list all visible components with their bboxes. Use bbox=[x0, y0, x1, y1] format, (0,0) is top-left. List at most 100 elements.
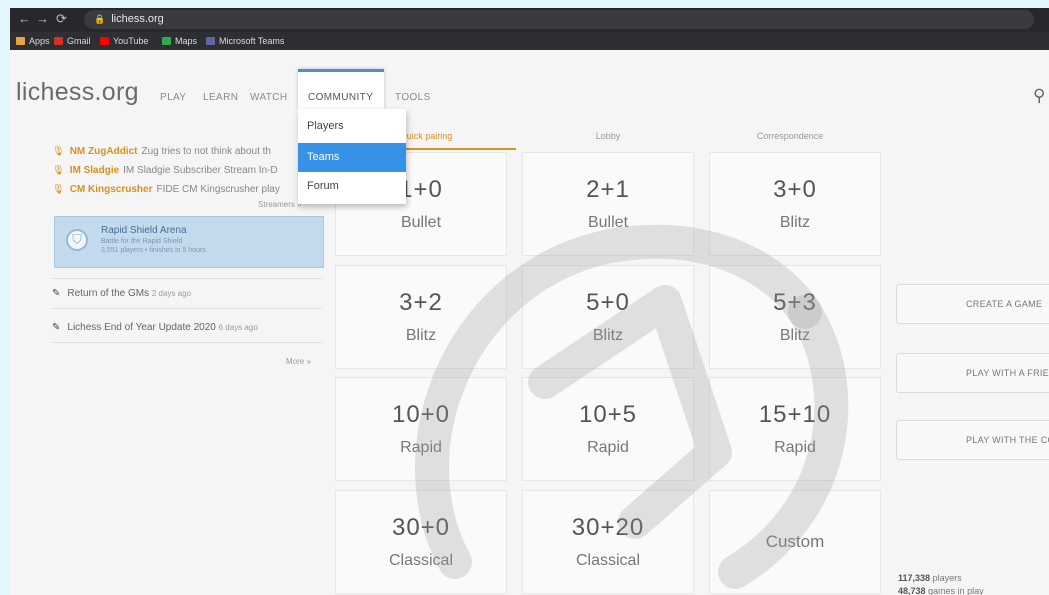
pool-tile[interactable]: 5+3 Blitz bbox=[709, 265, 881, 369]
create-game-button[interactable]: CREATE A GAME bbox=[896, 284, 1049, 324]
custom-game-tile[interactable]: Custom bbox=[709, 490, 881, 594]
pool-variant: Custom bbox=[765, 532, 825, 551]
browser-toolbar: ← → ⟳ 🔒 lichess.org bbox=[10, 8, 1049, 32]
maps-icon bbox=[162, 37, 171, 45]
pool-clock: 3+2 bbox=[399, 289, 443, 316]
pool-clock: 10+0 bbox=[391, 401, 451, 428]
reload-icon[interactable]: ⟳ bbox=[56, 11, 67, 27]
divider bbox=[52, 308, 322, 309]
divider bbox=[52, 278, 322, 279]
pool-variant: Bullet bbox=[400, 214, 442, 231]
pool-variant: Rapid bbox=[587, 439, 629, 456]
teams-icon bbox=[206, 37, 215, 45]
streamer-title: IM Sladgie Subscriber Stream In-D bbox=[123, 165, 278, 176]
streamer-item[interactable]: 🎙 CM Kingscrusher FIDE CM Kingscrusher pla… bbox=[52, 184, 302, 195]
pool-variant: Rapid bbox=[774, 439, 816, 456]
pool-clock: 5+0 bbox=[586, 289, 630, 316]
play-with-friend-button[interactable]: PLAY WITH A FRIEND bbox=[896, 353, 1049, 393]
pool-tile[interactable]: 10+5 Rapid bbox=[522, 377, 694, 481]
bookmark-apps[interactable]: Apps bbox=[16, 36, 50, 46]
microphone-icon: 🎙 bbox=[52, 146, 65, 157]
blog-title: Lichess End of Year Update 2020 bbox=[67, 322, 216, 333]
bookmark-label: YouTube bbox=[113, 36, 149, 46]
nav-community-highlight bbox=[298, 69, 384, 109]
bookmark-gmail[interactable]: Gmail bbox=[54, 36, 91, 46]
tab-correspondence[interactable]: Correspondence bbox=[700, 126, 880, 150]
pool-tile[interactable]: 5+0 Blitz bbox=[522, 265, 694, 369]
nav-learn[interactable]: LEARN bbox=[203, 92, 238, 103]
bookmark-label: Microsoft Teams bbox=[219, 36, 285, 46]
pool-tile[interactable]: 10+0 Rapid bbox=[335, 377, 507, 481]
bookmark-label: Gmail bbox=[67, 36, 91, 46]
tournament-meta: 3,551 players • finishes in 5 hours bbox=[101, 247, 206, 254]
pool-tile[interactable]: 3+0 Blitz bbox=[709, 152, 881, 256]
lock-icon: 🔒 bbox=[94, 14, 106, 24]
quick-pairing-pools: 1+0 Bullet 2+1 Bullet 3+0 Blitz 3+2 Blitz 5+… bbox=[335, 152, 882, 595]
tournament-card[interactable]: ⛉ Rapid Shield Arena Battle for the Rapi… bbox=[54, 216, 324, 268]
players-counter[interactable]: 117,338 players bbox=[898, 572, 984, 585]
pool-clock: 2+1 bbox=[586, 176, 630, 203]
bookmark-label: Maps bbox=[175, 36, 198, 46]
streamer-item[interactable]: 🎙 IM Sladgie IM Sladgie Subscriber Stream … bbox=[52, 165, 302, 176]
lobby-tabs: Quick pairing Lobby Correspondence bbox=[336, 126, 880, 150]
divider bbox=[52, 342, 322, 343]
blog-title: Return of the GMs bbox=[67, 288, 150, 299]
streamer-item[interactable]: 🎙 NM ZugAddict Zug tries to not think abou… bbox=[52, 146, 302, 157]
site-logo[interactable]: lichess.org bbox=[16, 78, 139, 107]
nav-play[interactable]: PLAY bbox=[160, 92, 186, 103]
pool-tile[interactable]: 30+0 Classical bbox=[335, 490, 507, 594]
quill-icon: ✎ bbox=[52, 322, 61, 333]
pool-variant: Rapid bbox=[400, 439, 442, 456]
menu-item-teams[interactable]: Teams bbox=[298, 143, 406, 172]
pool-clock: 30+20 bbox=[571, 514, 645, 541]
back-icon[interactable]: ← bbox=[18, 11, 31, 26]
forward-icon[interactable]: → bbox=[36, 11, 49, 26]
pool-variant: Bullet bbox=[587, 214, 629, 231]
tournament-status: finishes bbox=[149, 247, 174, 254]
pool-variant: Classical bbox=[575, 552, 640, 569]
streamer-name: CM Kingscrusher bbox=[69, 184, 153, 195]
site-page: lichess.org PLAY LEARN WATCH COMMUNITY T… bbox=[10, 50, 1049, 595]
bookmark-youtube[interactable]: YouTube bbox=[100, 36, 148, 46]
tournament-time: in 5 hours bbox=[175, 247, 206, 254]
microphone-icon: 🎙 bbox=[52, 165, 65, 176]
bookmark-maps[interactable]: Maps bbox=[162, 36, 197, 46]
pool-clock: 3+0 bbox=[773, 176, 817, 203]
games-counter[interactable]: 48,738 games in play bbox=[898, 585, 984, 595]
bookmark-teams[interactable]: Microsoft Teams bbox=[206, 36, 284, 46]
tournament-name: Rapid Shield Arena bbox=[101, 225, 187, 236]
blog-item[interactable]: ✎ Return of the GMs 2 days ago bbox=[52, 288, 191, 299]
streamer-name: NM ZugAddict bbox=[69, 146, 138, 157]
tab-lobby[interactable]: Lobby bbox=[518, 126, 698, 150]
community-dropdown: Players Teams Forum bbox=[298, 109, 406, 204]
players-label: players bbox=[932, 573, 962, 583]
nav-tools[interactable]: TOOLS bbox=[395, 92, 431, 103]
streamers-link[interactable]: Streamers » bbox=[258, 200, 302, 209]
pool-tile[interactable]: 30+20 Classical bbox=[522, 490, 694, 594]
menu-item-forum[interactable]: Forum bbox=[298, 172, 406, 201]
blog-item[interactable]: ✎ Lichess End of Year Update 2020 6 days … bbox=[52, 322, 258, 333]
pool-tile[interactable]: 15+10 Rapid bbox=[709, 377, 881, 481]
pool-variant: Blitz bbox=[405, 327, 437, 344]
pool-clock: 5+3 bbox=[773, 289, 817, 316]
more-link[interactable]: More » bbox=[286, 357, 311, 366]
streamer-name: IM Sladgie bbox=[69, 165, 120, 176]
search-icon[interactable]: ⚲ bbox=[1033, 86, 1045, 106]
nav-watch[interactable]: WATCH bbox=[250, 92, 288, 103]
players-count: 117,338 bbox=[898, 573, 931, 583]
address-bar[interactable]: 🔒 lichess.org bbox=[84, 10, 1034, 29]
quill-icon: ✎ bbox=[52, 288, 61, 299]
play-with-computer-button[interactable]: PLAY WITH THE COMPUTER bbox=[896, 420, 1049, 460]
bookmarks-bar: Apps Gmail YouTube Maps Microsoft Teams bbox=[10, 32, 1049, 50]
pool-variant: Blitz bbox=[779, 327, 811, 344]
pool-tile[interactable]: 3+2 Blitz bbox=[335, 265, 507, 369]
microphone-icon: 🎙 bbox=[52, 184, 65, 195]
pool-variant: Blitz bbox=[779, 214, 811, 231]
menu-item-players[interactable]: Players bbox=[298, 112, 406, 141]
pool-variant: Blitz bbox=[592, 327, 624, 344]
pool-tile[interactable]: 2+1 Bullet bbox=[522, 152, 694, 256]
gmail-icon bbox=[54, 37, 63, 45]
pool-clock: 15+10 bbox=[758, 401, 832, 428]
bookmark-label: Apps bbox=[29, 36, 50, 46]
nav-community[interactable]: COMMUNITY bbox=[308, 92, 373, 103]
